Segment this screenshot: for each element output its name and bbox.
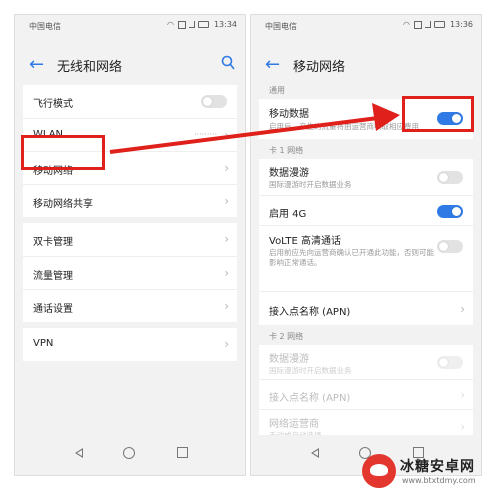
red-arrow-icon [109, 103, 400, 154]
watermark-url: www.btxtdmy.com [402, 476, 476, 485]
watermark-logo-icon [362, 454, 396, 488]
watermark: 冰糖安卓网 www.btxtdmy.com [362, 452, 494, 492]
watermark-name: 冰糖安卓网 [400, 459, 475, 475]
